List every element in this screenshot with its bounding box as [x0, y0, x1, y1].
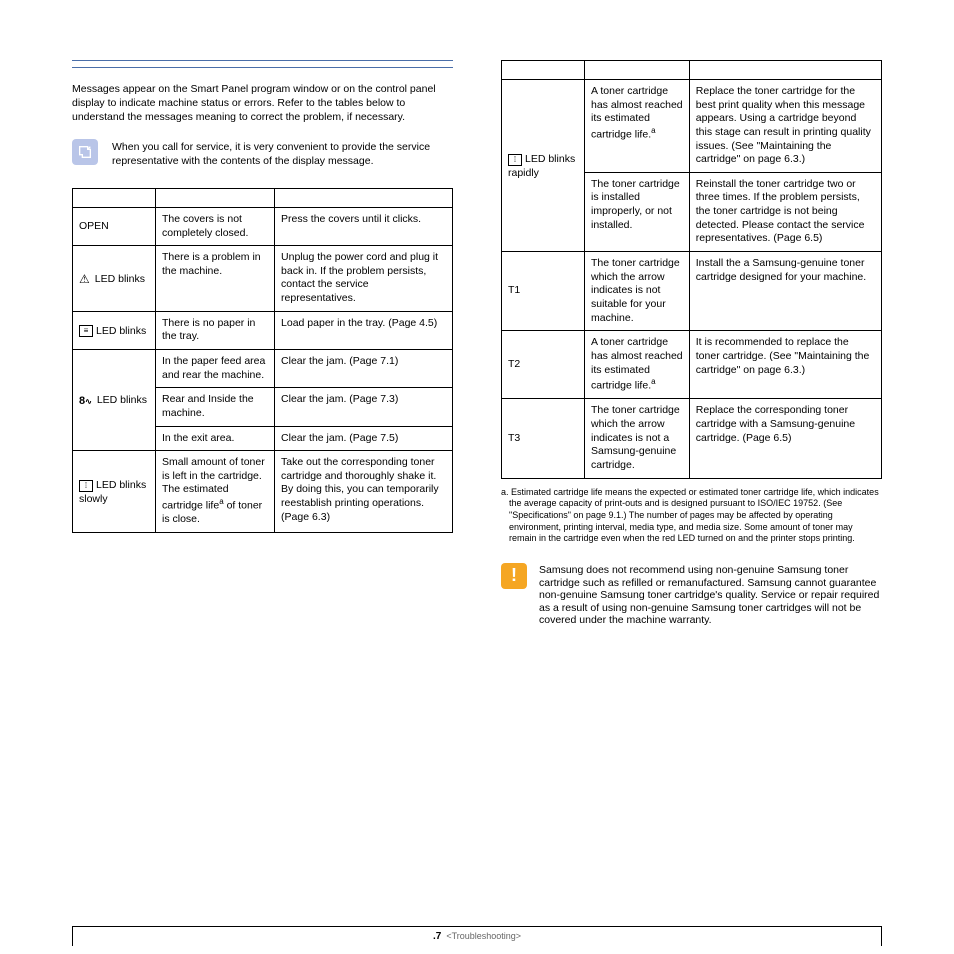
solution-cell: Clear the jam. (Page 7.5)	[275, 426, 453, 451]
meaning-cell: The covers is not completely closed.	[156, 207, 275, 245]
led-label: LED blinks	[95, 273, 145, 287]
table-row: OPENThe covers is not completely closed.…	[73, 207, 453, 245]
meaning-cell: The toner cartridge is installed imprope…	[585, 172, 690, 251]
solution-cell: Install the a Samsung-genuine toner cart…	[689, 252, 881, 331]
table-row: T2A toner cartridge has almost reached i…	[502, 331, 882, 399]
display-cell: ⚠ LED blinks	[73, 246, 156, 312]
messages-table-right: ⁞LED blinksrapidlyA toner cartridge has …	[501, 60, 882, 479]
solution-cell: Clear the jam. (Page 7.3)	[275, 388, 453, 426]
meaning-cell: The toner cartridge which the arrow indi…	[585, 252, 690, 331]
warning-triangle-icon: ⚠	[79, 272, 90, 288]
table-row: ≡LED blinksThere is no paper in the tray…	[73, 311, 453, 349]
meaning-cell: A toner cartridge has almost reached its…	[585, 80, 690, 173]
led-sub: slowly	[79, 493, 149, 507]
display-cell: 8∿ LED blinks	[73, 349, 156, 450]
table-row: T1The toner cartridge which the arrow in…	[502, 252, 882, 331]
display-cell: T3	[502, 399, 585, 478]
solution-cell: Take out the corresponding toner cartrid…	[275, 451, 453, 533]
right-column: ⁞LED blinksrapidlyA toner cartridge has …	[501, 60, 882, 627]
table-row: ⚠ LED blinks There is a problem in the mac…	[73, 246, 453, 312]
led-label: LED blinks	[96, 479, 146, 493]
page-number: .7	[433, 931, 441, 942]
table-row: 8∿LED blinksIn the paper feed area and r…	[73, 349, 453, 387]
display-cell: T1	[502, 252, 585, 331]
warning-text: Samsung does not recommend using non-gen…	[539, 563, 882, 627]
solution-cell: Replace the corresponding toner cartridg…	[689, 399, 881, 478]
toner-led-icon: ⁞	[508, 154, 522, 166]
meaning-cell: There is a problem in the machine.	[156, 246, 275, 312]
table-row: ⁞LED blinksslowlySmall amount of toner i…	[73, 451, 453, 533]
note-callout: When you call for service, it is very co…	[72, 139, 453, 168]
warning-callout: ! Samsung does not recommend using non-g…	[501, 563, 882, 627]
page-footer: .7 <Troubleshooting>	[72, 926, 882, 946]
paper-led-icon: ≡	[79, 325, 93, 337]
led-label: LED blinks	[97, 394, 147, 408]
meaning-cell: In the exit area.	[156, 426, 275, 451]
messages-table-left: OPENThe covers is not completely closed.…	[72, 188, 453, 533]
solution-cell: Clear the jam. (Page 7.1)	[275, 349, 453, 387]
jam-led-icon: 8∿	[79, 394, 92, 408]
meaning-cell: There is no paper in the tray.	[156, 311, 275, 349]
led-label: LED blinks	[96, 325, 146, 339]
toner-led-icon: ⁞	[79, 480, 93, 492]
note-text: When you call for service, it is very co…	[112, 139, 453, 168]
note-icon	[72, 139, 98, 165]
warning-icon: !	[501, 563, 527, 589]
meaning-cell: In the paper feed area and rear the mach…	[156, 349, 275, 387]
display-cell: OPEN	[73, 207, 156, 245]
footnote-a: a. Estimated cartridge life means the ex…	[501, 487, 882, 545]
display-cell: T2	[502, 331, 585, 399]
solution-cell: Replace the toner cartridge for the best…	[689, 80, 881, 173]
solution-cell: Reinstall the toner cartridge two or thr…	[689, 172, 881, 251]
intro-text: Messages appear on the Smart Panel progr…	[72, 82, 453, 125]
heading-rule-2	[72, 67, 453, 68]
solution-cell: Press the covers until it clicks.	[275, 207, 453, 245]
display-cell: ⁞LED blinksslowly	[73, 451, 156, 533]
solution-cell: Unplug the power cord and plug it back i…	[275, 246, 453, 312]
footer-section: <Troubleshooting>	[446, 931, 521, 941]
meaning-cell: A toner cartridge has almost reached its…	[585, 331, 690, 399]
table-row: T3The toner cartridge which the arrow in…	[502, 399, 882, 478]
led-sub: rapidly	[508, 167, 578, 181]
table-row: ⁞LED blinksrapidlyA toner cartridge has …	[502, 80, 882, 173]
display-cell: ≡LED blinks	[73, 311, 156, 349]
solution-cell: It is recommended to replace the toner c…	[689, 331, 881, 399]
led-label: LED blinks	[525, 153, 575, 167]
solution-cell: Load paper in the tray. (Page 4.5)	[275, 311, 453, 349]
heading-rule-1	[72, 60, 453, 61]
left-column: Messages appear on the Smart Panel progr…	[72, 60, 453, 627]
display-cell: ⁞LED blinksrapidly	[502, 80, 585, 252]
meaning-cell: The toner cartridge which the arrow indi…	[585, 399, 690, 478]
meaning-cell: Small amount of toner is left in the car…	[156, 451, 275, 533]
meaning-cell: Rear and Inside the machine.	[156, 388, 275, 426]
